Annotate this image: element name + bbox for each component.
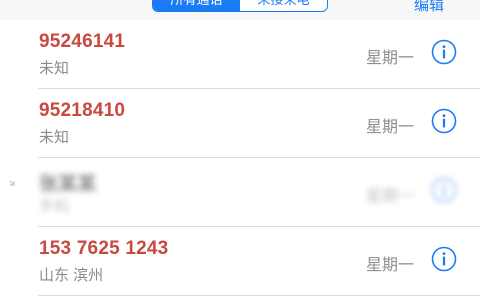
recents-list: 95246141 未知 星期一 95218410 未知 星期一 张某某 手机 星…: [0, 20, 480, 296]
caller-location: 手机: [39, 198, 70, 215]
caller-location: 未知: [39, 60, 70, 77]
tab-missed-calls[interactable]: 未接来电: [240, 0, 327, 11]
call-day: 星期一: [366, 257, 415, 274]
caller-location: 未知: [39, 129, 70, 146]
call-row-blurred[interactable]: 张某某 手机 星期一: [0, 158, 480, 227]
tab-all-calls[interactable]: 所有通话: [153, 0, 240, 11]
caller-number: 95218410: [39, 100, 126, 121]
call-day: 星期一: [366, 188, 415, 205]
caller-number: 95246141: [39, 31, 126, 52]
info-circle-icon[interactable]: [431, 108, 457, 134]
info-circle-icon[interactable]: [431, 246, 457, 272]
call-row[interactable]: 153 7625 1243 山东 滨州 星期一: [0, 227, 480, 296]
call-filter-segmented-control: 所有通话 未接来电: [152, 0, 328, 12]
caller-number: 153 7625 1243: [39, 238, 169, 259]
call-day: 星期一: [366, 50, 415, 67]
top-bar: 所有通话 未接来电 编辑: [0, 0, 480, 20]
call-row[interactable]: 95246141 未知 星期一: [0, 20, 480, 89]
edit-button[interactable]: 编辑: [414, 0, 444, 15]
call-day: 星期一: [366, 119, 415, 136]
caller-location: 山东 滨州: [39, 267, 104, 284]
info-circle-icon[interactable]: [431, 39, 457, 65]
row-divider: [38, 295, 480, 296]
phone-outgoing-icon: [9, 180, 15, 186]
call-row[interactable]: 95218410 未知 星期一: [0, 89, 480, 158]
caller-name: 张某某: [39, 174, 97, 195]
info-circle-icon[interactable]: [431, 177, 457, 203]
